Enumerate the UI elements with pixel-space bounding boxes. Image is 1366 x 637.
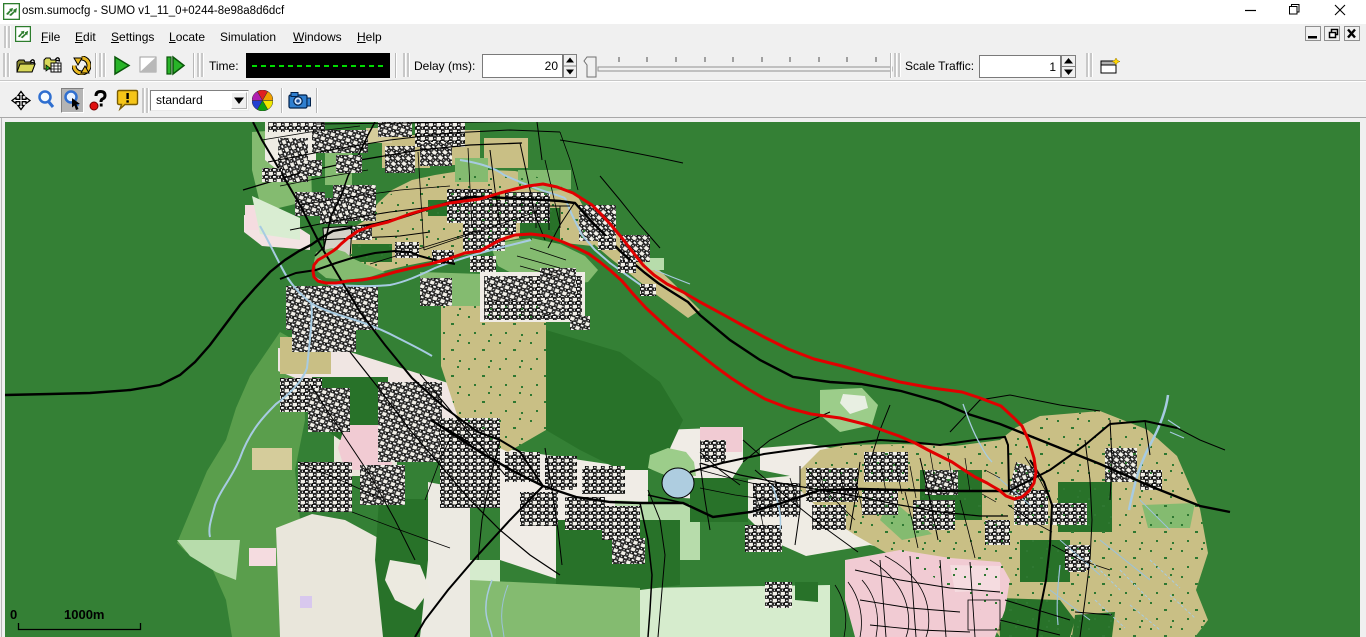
- svg-text:0: 0: [10, 607, 17, 622]
- svg-text:1000m: 1000m: [64, 607, 104, 622]
